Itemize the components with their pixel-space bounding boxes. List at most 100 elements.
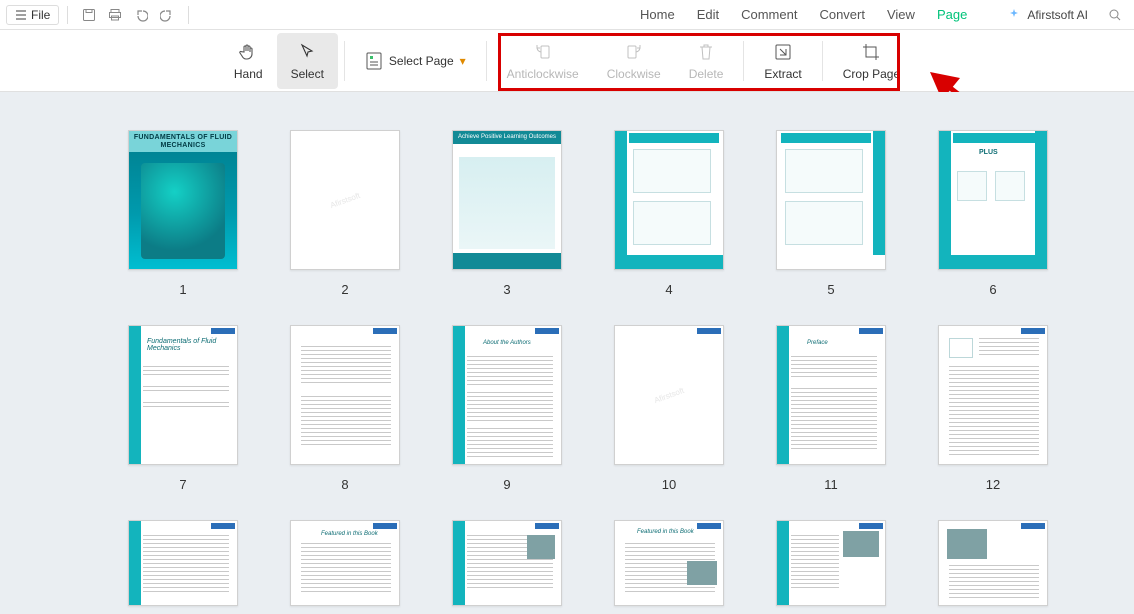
separator	[822, 41, 823, 81]
file-label: File	[31, 8, 50, 22]
section-title: Featured in this Book	[321, 531, 378, 537]
page-preview	[614, 130, 724, 270]
page-number: 2	[341, 282, 348, 297]
tool-extract-label: Extract	[764, 67, 801, 81]
tool-anticlockwise[interactable]: Anticlockwise	[493, 33, 593, 89]
page-number: 6	[989, 282, 996, 297]
tool-select-page-label: Select Page	[389, 54, 454, 68]
tool-delete[interactable]: Delete	[675, 33, 738, 89]
separator	[743, 41, 744, 81]
ai-label: Afirstsoft AI	[1027, 8, 1088, 22]
divider	[67, 6, 68, 24]
hamburger-icon	[15, 9, 27, 21]
crop-icon	[861, 41, 881, 63]
divider	[188, 6, 189, 24]
redo-icon[interactable]	[154, 2, 180, 28]
page-number: 3	[503, 282, 510, 297]
page-thumb[interactable]	[938, 520, 1048, 606]
save-icon[interactable]	[76, 2, 102, 28]
page-thumb[interactable]: Fundamentals of Fluid Mechanics 7	[128, 325, 238, 492]
page-thumb[interactable]	[128, 520, 238, 606]
page-preview	[938, 325, 1048, 465]
page-thumb[interactable]: 4	[614, 130, 724, 297]
main-menu: Home Edit Comment Convert View Page	[640, 7, 967, 22]
page-number: 1	[179, 282, 186, 297]
tool-hand-label: Hand	[234, 67, 263, 81]
undo-icon[interactable]	[128, 2, 154, 28]
page-thumb[interactable]: About the Authors 9	[452, 325, 562, 492]
page-preview	[938, 520, 1048, 606]
sparkle-icon	[1007, 8, 1021, 22]
page-preview: Preface	[776, 325, 886, 465]
tool-select[interactable]: Select	[277, 33, 338, 89]
page-thumb[interactable]: PLUS 6	[938, 130, 1048, 297]
tool-hand[interactable]: Hand	[220, 33, 277, 89]
search-icon[interactable]	[1102, 2, 1128, 28]
page-number: 9	[503, 477, 510, 492]
menu-home[interactable]: Home	[640, 7, 675, 22]
page-thumb[interactable]: Achieve Positive Learning Outcomes 3	[452, 130, 562, 297]
page-thumb[interactable]: Featured in this Book	[290, 520, 400, 606]
tool-select-label: Select	[291, 67, 324, 81]
section-title: About the Authors	[483, 340, 531, 346]
cursor-icon	[297, 41, 317, 63]
tool-crop-page-label: Crop Page	[843, 67, 900, 81]
tool-anticlockwise-label: Anticlockwise	[507, 67, 579, 81]
tool-select-page[interactable]: Select Page ▾	[351, 33, 480, 89]
page-thumb[interactable]: 5	[776, 130, 886, 297]
page-preview: Achieve Positive Learning Outcomes	[452, 130, 562, 270]
menu-edit[interactable]: Edit	[697, 7, 719, 22]
page-preview: Afirstsoft	[614, 325, 724, 465]
separator	[344, 41, 345, 81]
section-title: Featured in this Book	[637, 529, 694, 535]
page-number: 4	[665, 282, 672, 297]
section-title: Preface	[807, 340, 828, 346]
page-number: 12	[986, 477, 1000, 492]
page-thumb[interactable]: 12	[938, 325, 1048, 492]
brand-label: PLUS	[979, 149, 998, 156]
ai-button[interactable]: Afirstsoft AI	[1007, 8, 1088, 22]
page-preview	[128, 520, 238, 606]
page-thumb[interactable]: Preface 11	[776, 325, 886, 492]
page-thumb[interactable]: Afirstsoft 10	[614, 325, 724, 492]
rotate-ccw-icon	[533, 41, 553, 63]
print-icon[interactable]	[102, 2, 128, 28]
page-thumb[interactable]	[776, 520, 886, 606]
file-menu-button[interactable]: File	[6, 5, 59, 25]
cover-title: FUNDAMENTALS OF FLUID MECHANICS	[129, 131, 237, 152]
page-thumb[interactable]: FUNDAMENTALS OF FLUID MECHANICS 1	[128, 130, 238, 297]
page-number: 11	[824, 477, 838, 492]
page-preview	[776, 130, 886, 270]
menu-comment[interactable]: Comment	[741, 7, 797, 22]
rotate-cw-icon	[624, 41, 644, 63]
page-preview	[452, 520, 562, 606]
page-number: 7	[179, 477, 186, 492]
page-preview: Fundamentals of Fluid Mechanics	[128, 325, 238, 465]
page-thumb[interactable]: Afirstsoft 2	[290, 130, 400, 297]
page-preview	[290, 325, 400, 465]
tool-clockwise-label: Clockwise	[607, 67, 661, 81]
hand-icon	[238, 41, 258, 63]
page-thumb[interactable]	[452, 520, 562, 606]
page-preview: Featured in this Book	[614, 520, 724, 606]
page-toolbar: Hand Select Select Page ▾ Anticlockwise …	[0, 30, 1134, 92]
tool-clockwise[interactable]: Clockwise	[593, 33, 675, 89]
tool-crop-page[interactable]: Crop Page	[829, 33, 914, 89]
thumbnail-grid: FUNDAMENTALS OF FLUID MECHANICS 1 Afirst…	[128, 130, 1006, 606]
page-preview: Featured in this Book	[290, 520, 400, 606]
menu-view[interactable]: View	[887, 7, 915, 22]
page-preview	[776, 520, 886, 606]
page-preview: PLUS	[938, 130, 1048, 270]
page-number: 8	[341, 477, 348, 492]
page-checklist-icon	[365, 50, 383, 72]
page-thumb[interactable]: Featured in this Book	[614, 520, 724, 606]
promo-header: Achieve Positive Learning Outcomes	[453, 131, 561, 144]
page-number: 10	[662, 477, 676, 492]
topbar: File Home Edit Comment Convert View Page…	[0, 0, 1134, 30]
tool-extract[interactable]: Extract	[750, 33, 815, 89]
menu-page[interactable]: Page	[937, 7, 967, 22]
menu-convert[interactable]: Convert	[819, 7, 865, 22]
page-number: 5	[827, 282, 834, 297]
separator	[486, 41, 487, 81]
page-thumb[interactable]: 8	[290, 325, 400, 492]
